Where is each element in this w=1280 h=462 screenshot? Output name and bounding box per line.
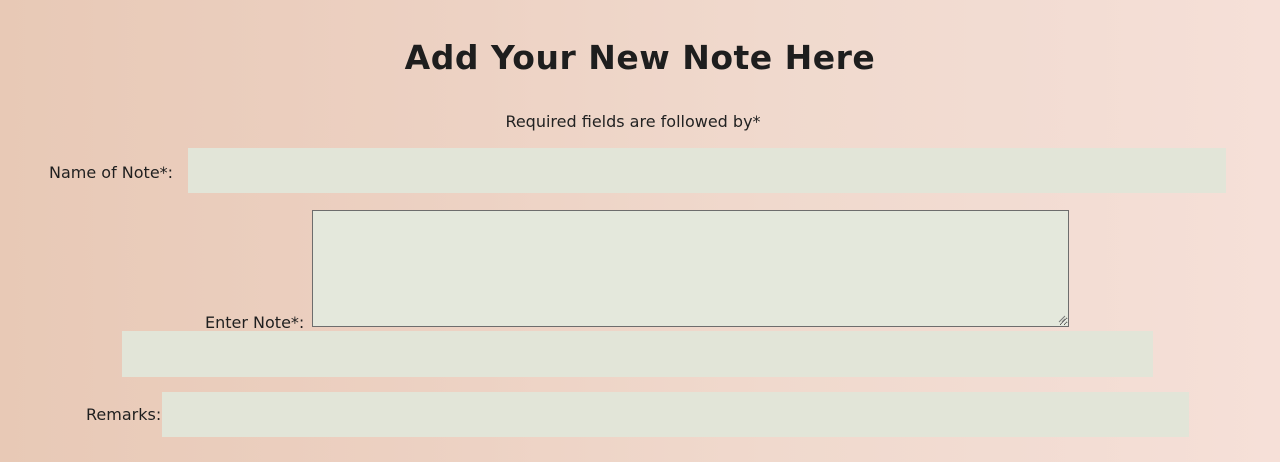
remarks-label: Remarks: [86, 405, 162, 424]
add-note-page: Add Your New Note Here Required fields a… [0, 0, 1280, 462]
remarks-input[interactable] [162, 392, 1189, 437]
extra-input[interactable] [122, 331, 1153, 377]
required-fields-note: Required fields are followed by* [505, 112, 761, 131]
name-of-note-label: Name of Note*: [49, 163, 174, 182]
page-title: Add Your New Note Here [404, 38, 876, 77]
enter-note-label: Enter Note*: [205, 313, 305, 332]
enter-note-textarea[interactable] [312, 210, 1069, 327]
name-of-note-input[interactable] [188, 148, 1226, 193]
